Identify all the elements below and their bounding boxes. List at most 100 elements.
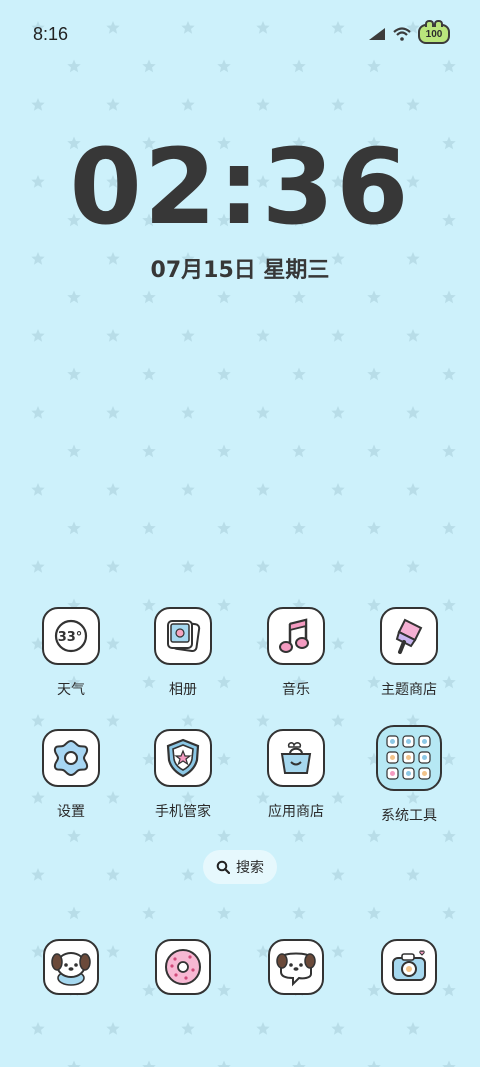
star-decoration — [331, 98, 345, 111]
app-label: 天气 — [57, 682, 85, 698]
app-settings[interactable]: 设置 — [16, 729, 126, 821]
star-decoration — [106, 560, 120, 573]
star-decoration — [367, 906, 381, 920]
wifi-icon — [393, 27, 411, 41]
theme-store-icon — [395, 618, 423, 654]
star-decoration — [442, 367, 456, 381]
cellular-signal-icon — [369, 28, 385, 40]
star-decoration — [331, 1022, 345, 1035]
folder-system-tools[interactable]: 系统工具 — [354, 725, 464, 825]
star-decoration — [181, 406, 195, 419]
app-gallery[interactable]: 相册 — [128, 607, 238, 699]
star-decoration — [142, 1060, 156, 1067]
dock-phone[interactable] — [16, 939, 126, 995]
star-decoration — [256, 1022, 270, 1035]
star-decoration — [31, 1022, 45, 1035]
star-decoration — [292, 444, 306, 458]
dock-camera[interactable] — [354, 939, 464, 995]
star-decoration — [142, 367, 156, 381]
star-decoration — [367, 444, 381, 458]
app-label: 相册 — [169, 682, 197, 698]
star-decoration — [256, 483, 270, 496]
app-label: 手机管家 — [155, 804, 211, 820]
star-decoration — [331, 483, 345, 496]
star-decoration — [106, 714, 120, 727]
star-decoration — [367, 367, 381, 381]
search-icon — [216, 860, 230, 874]
weather-temperature: 33° — [58, 630, 83, 645]
star-decoration — [292, 906, 306, 920]
app-phone-manager[interactable]: 手机管家 — [128, 729, 238, 821]
star-decoration — [181, 714, 195, 727]
star-decoration — [31, 483, 45, 496]
star-decoration — [442, 521, 456, 535]
star-decoration — [217, 367, 231, 381]
puppy-phone-icon — [51, 952, 91, 986]
star-decoration — [31, 329, 45, 342]
star-decoration — [181, 98, 195, 111]
app-weather[interactable]: 33° 天气 — [16, 607, 126, 699]
star-decoration — [31, 406, 45, 419]
gallery-icon — [167, 620, 201, 653]
weather-icon: 33° — [54, 619, 88, 653]
clock-date[interactable]: 07月15日 星期三 — [0, 252, 480, 284]
star-decoration — [31, 868, 45, 881]
star-decoration — [31, 714, 45, 727]
star-decoration — [106, 483, 120, 496]
app-store-icon — [280, 742, 312, 774]
star-decoration — [367, 1060, 381, 1067]
star-decoration — [67, 367, 81, 381]
dock-contacts[interactable] — [128, 939, 238, 995]
star-decoration — [106, 329, 120, 342]
star-decoration — [442, 290, 456, 304]
big-clock[interactable]: 02:36 — [0, 132, 480, 242]
star-decoration — [181, 868, 195, 881]
donut-icon — [165, 949, 201, 985]
star-decoration — [367, 521, 381, 535]
star-decoration — [217, 906, 231, 920]
star-decoration — [406, 329, 420, 342]
app-music[interactable]: 音乐 — [241, 607, 351, 699]
star-decoration — [142, 521, 156, 535]
star-decoration — [217, 521, 231, 535]
star-decoration — [331, 560, 345, 573]
app-label: 主题商店 — [381, 682, 437, 698]
star-decoration — [67, 1060, 81, 1067]
system-tools-folder-icon — [386, 735, 431, 780]
star-decoration — [256, 329, 270, 342]
app-theme-store[interactable]: 主题商店 — [354, 607, 464, 699]
star-decoration — [106, 868, 120, 881]
star-decoration — [31, 560, 45, 573]
music-icon — [279, 618, 309, 653]
search-label: 搜索 — [236, 860, 264, 876]
search-button[interactable]: 搜索 — [203, 850, 277, 884]
star-decoration — [331, 406, 345, 419]
app-label: 应用商店 — [268, 804, 324, 820]
dock-messages[interactable] — [241, 939, 351, 995]
star-decoration — [256, 98, 270, 111]
app-app-store[interactable]: 应用商店 — [241, 729, 351, 821]
star-decoration — [406, 560, 420, 573]
star-decoration — [67, 906, 81, 920]
camera-icon — [392, 950, 426, 981]
puppy-messages-icon — [276, 952, 316, 987]
star-decoration — [217, 1060, 231, 1067]
star-decoration — [292, 1060, 306, 1067]
settings-icon — [53, 739, 89, 777]
star-decoration — [442, 1060, 456, 1067]
star-decoration — [256, 406, 270, 419]
star-decoration — [442, 444, 456, 458]
star-decoration — [292, 521, 306, 535]
star-decoration — [442, 829, 456, 843]
star-decoration — [331, 329, 345, 342]
app-label: 系统工具 — [381, 808, 437, 824]
app-label: 音乐 — [282, 682, 310, 698]
star-decoration — [67, 521, 81, 535]
star-decoration — [181, 1022, 195, 1035]
battery-level: 100 — [425, 28, 443, 40]
star-decoration — [406, 98, 420, 111]
battery-icon: 100 — [418, 20, 450, 44]
star-decoration — [406, 406, 420, 419]
star-decoration — [142, 906, 156, 920]
star-decoration — [217, 444, 231, 458]
